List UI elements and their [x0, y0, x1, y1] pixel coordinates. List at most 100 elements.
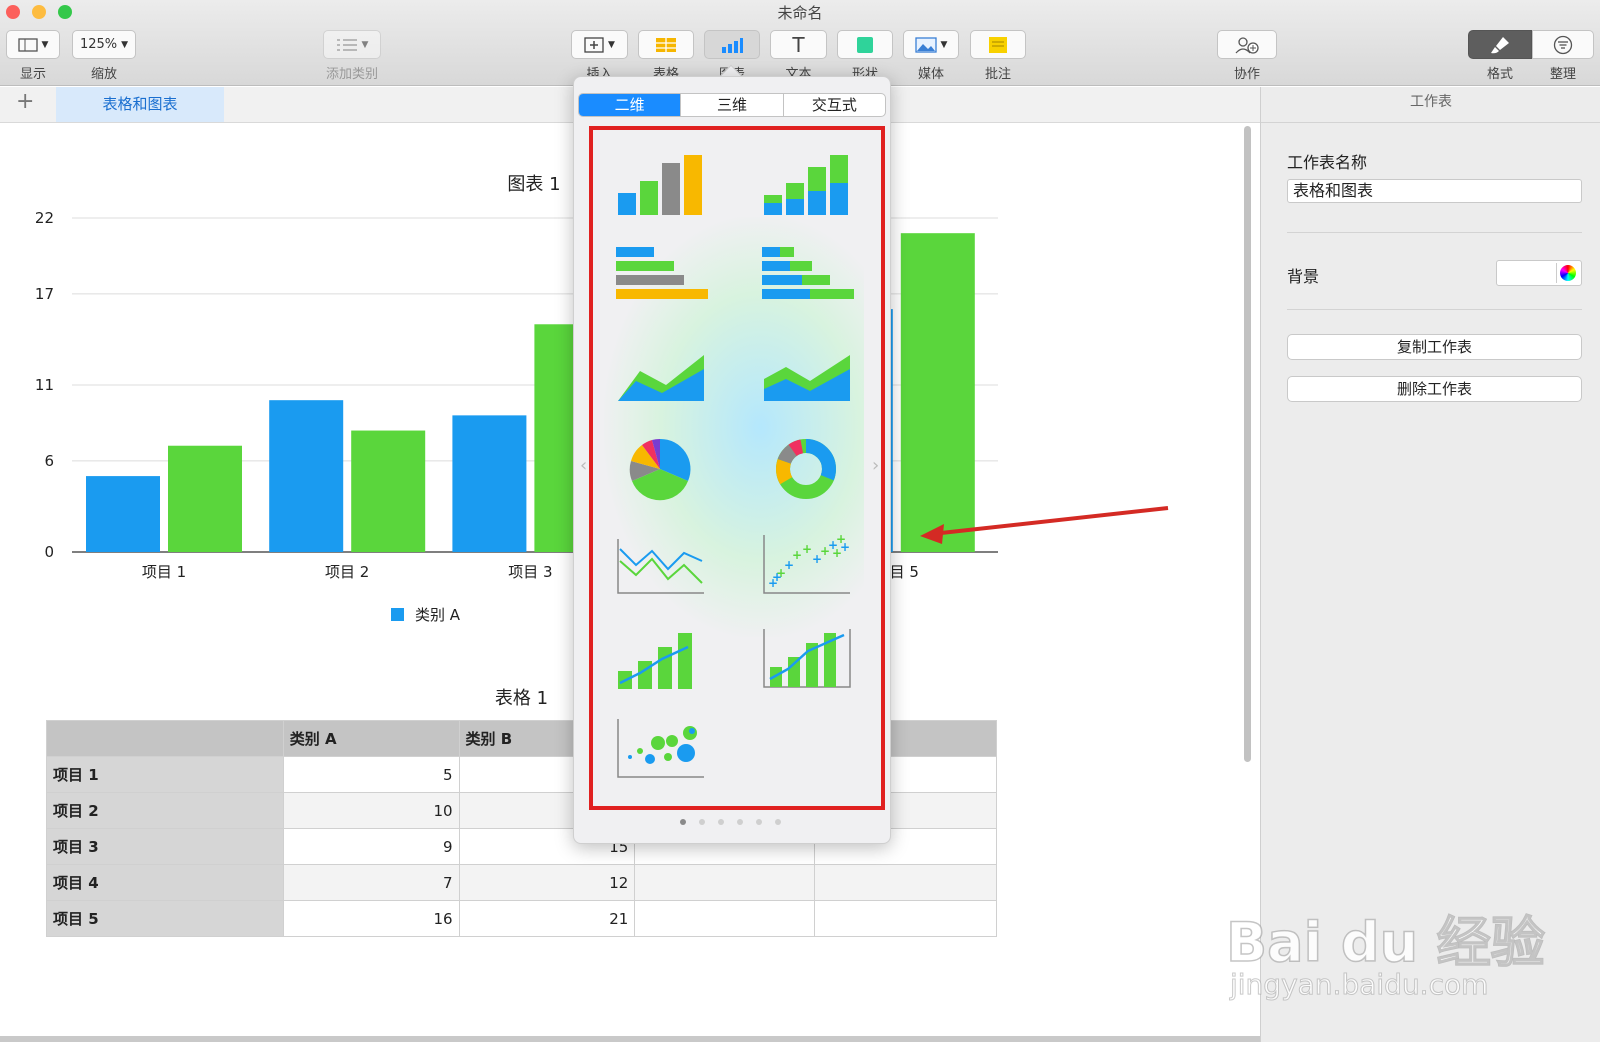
value-cell[interactable]: 16: [282, 900, 460, 937]
value-cell[interactable]: 10: [282, 792, 460, 829]
value-cell[interactable]: 12: [458, 864, 636, 901]
line-chart-icon: [617, 539, 704, 594]
value-cell[interactable]: 9: [282, 828, 460, 865]
media-button[interactable]: ▼: [903, 30, 959, 59]
text-button[interactable]: T: [770, 30, 827, 59]
page-dot[interactable]: [737, 819, 743, 825]
y-tick-label: 6: [44, 452, 54, 470]
svg-text:+: +: [792, 548, 802, 562]
stacked-bar-icon: [762, 247, 854, 299]
zoom-button[interactable]: 125% ▼: [72, 30, 136, 59]
table-row: 项目 5 16 21: [46, 900, 997, 937]
annotation-arrow: [920, 506, 1169, 544]
chart-title: 图表 1: [507, 174, 560, 195]
chart-type-pie[interactable]: [610, 433, 710, 505]
row-label-cell[interactable]: 项目 3: [46, 828, 284, 865]
page-dot[interactable]: [699, 819, 705, 825]
insert-button[interactable]: ▼: [571, 30, 628, 59]
empty-cell[interactable]: [814, 900, 997, 937]
chart-type-stacked-column[interactable]: [756, 149, 856, 221]
legend-label: 类别 A: [415, 606, 461, 624]
vertical-scrollbar[interactable]: [1244, 126, 1251, 762]
chevron-down-icon: ▼: [940, 39, 948, 50]
collaborate-label: 协作: [1233, 67, 1260, 82]
empty-cell[interactable]: [634, 864, 816, 901]
y-tick-label: 0: [44, 543, 54, 561]
column-chart-icon: [618, 155, 702, 215]
chevron-down-icon: ▼: [121, 39, 129, 50]
chart-type-bar[interactable]: [610, 241, 710, 313]
bar-chart-icon: [722, 37, 743, 53]
chevron-left-icon[interactable]: ‹: [580, 455, 587, 476]
x-tick-label: 项目 2: [325, 563, 369, 581]
y-tick-label: 17: [35, 285, 54, 303]
organize-button[interactable]: [1532, 30, 1594, 59]
background-color-well[interactable]: [1496, 260, 1582, 286]
collaborate-button[interactable]: [1217, 30, 1277, 59]
header-cell[interactable]: [46, 720, 284, 757]
table-row: 项目 4 7 12: [46, 864, 997, 901]
add-category-button[interactable]: ▼: [323, 30, 381, 59]
pie-chart-icon: [629, 438, 691, 501]
chart-button[interactable]: [704, 30, 760, 59]
chart-type-two-axis[interactable]: [756, 623, 856, 695]
page-dot[interactable]: [718, 819, 724, 825]
page-dot-active[interactable]: [680, 819, 686, 825]
format-button[interactable]: [1468, 30, 1532, 59]
list-icon: [336, 38, 357, 51]
segment-2d[interactable]: 二维: [579, 94, 682, 116]
chart-type-stacked-area[interactable]: [756, 339, 856, 411]
value-cell[interactable]: 7: [282, 864, 460, 901]
zoom-value: 125%: [79, 37, 118, 52]
view-button[interactable]: ▼: [6, 30, 60, 59]
row-label-cell[interactable]: 项目 5: [46, 900, 284, 937]
table-button[interactable]: [638, 30, 694, 59]
page-dot[interactable]: [756, 819, 762, 825]
empty-cell[interactable]: [814, 864, 997, 901]
row-label-cell[interactable]: 项目 4: [46, 864, 284, 901]
horizontal-scrollbar[interactable]: [0, 1036, 1260, 1042]
collaborate-icon: [1235, 36, 1259, 54]
svg-text:+: +: [832, 546, 842, 560]
chart-type-donut[interactable]: [756, 433, 856, 505]
chart-type-popover: 二维 三维 交互式 ‹ › + + + + + + + + + + + +: [573, 76, 891, 844]
value-cell[interactable]: 5: [282, 756, 460, 793]
page-dot[interactable]: [775, 819, 781, 825]
chart-type-area[interactable]: [610, 339, 710, 411]
empty-cell[interactable]: [634, 900, 816, 937]
format-label: 格式: [1486, 67, 1513, 82]
mixed-chart-icon: [618, 633, 692, 689]
bar-a: [86, 476, 160, 552]
color-wheel-icon[interactable]: [1560, 265, 1576, 281]
chart-type-column[interactable]: [610, 149, 710, 221]
segment-interactive[interactable]: 交互式: [784, 94, 885, 116]
shape-button[interactable]: [837, 30, 893, 59]
paintbrush-icon: [1491, 36, 1509, 53]
sheet-name-label: 工作表名称: [1287, 153, 1368, 172]
row-label-cell[interactable]: 项目 1: [46, 756, 284, 793]
value-cell[interactable]: 21: [458, 900, 636, 937]
sheet-name-input[interactable]: 表格和图表: [1287, 179, 1582, 203]
delete-sheet-button[interactable]: 删除工作表: [1287, 376, 1582, 402]
area-chart-icon: [618, 355, 704, 401]
sheet-tab[interactable]: 表格和图表: [56, 87, 224, 122]
chart-type-scatter[interactable]: + + + + + + + + + + + +: [756, 529, 856, 601]
background-label: 背景: [1287, 267, 1320, 286]
organize-label: 整理: [1549, 67, 1576, 82]
row-label-cell[interactable]: 项目 2: [46, 792, 284, 829]
chart-type-stacked-bar[interactable]: [756, 241, 856, 313]
x-tick-label: 项目 1: [142, 563, 186, 581]
chart-type-mixed[interactable]: [610, 623, 710, 695]
chart-type-bubble[interactable]: [610, 713, 710, 785]
comment-button[interactable]: [970, 30, 1026, 59]
chevron-right-icon[interactable]: ›: [872, 455, 879, 476]
chart-type-line[interactable]: [610, 529, 710, 601]
header-cell[interactable]: 类别 A: [282, 720, 460, 757]
add-sheet-button[interactable]: +: [16, 89, 34, 114]
duplicate-sheet-button[interactable]: 复制工作表: [1287, 334, 1582, 360]
bar-chart-horizontal-icon: [616, 247, 708, 299]
insert-icon: [584, 36, 604, 53]
bar-b: [351, 430, 426, 552]
segment-3d[interactable]: 三维: [681, 94, 784, 116]
add-category-label: 添加类别: [325, 67, 378, 82]
